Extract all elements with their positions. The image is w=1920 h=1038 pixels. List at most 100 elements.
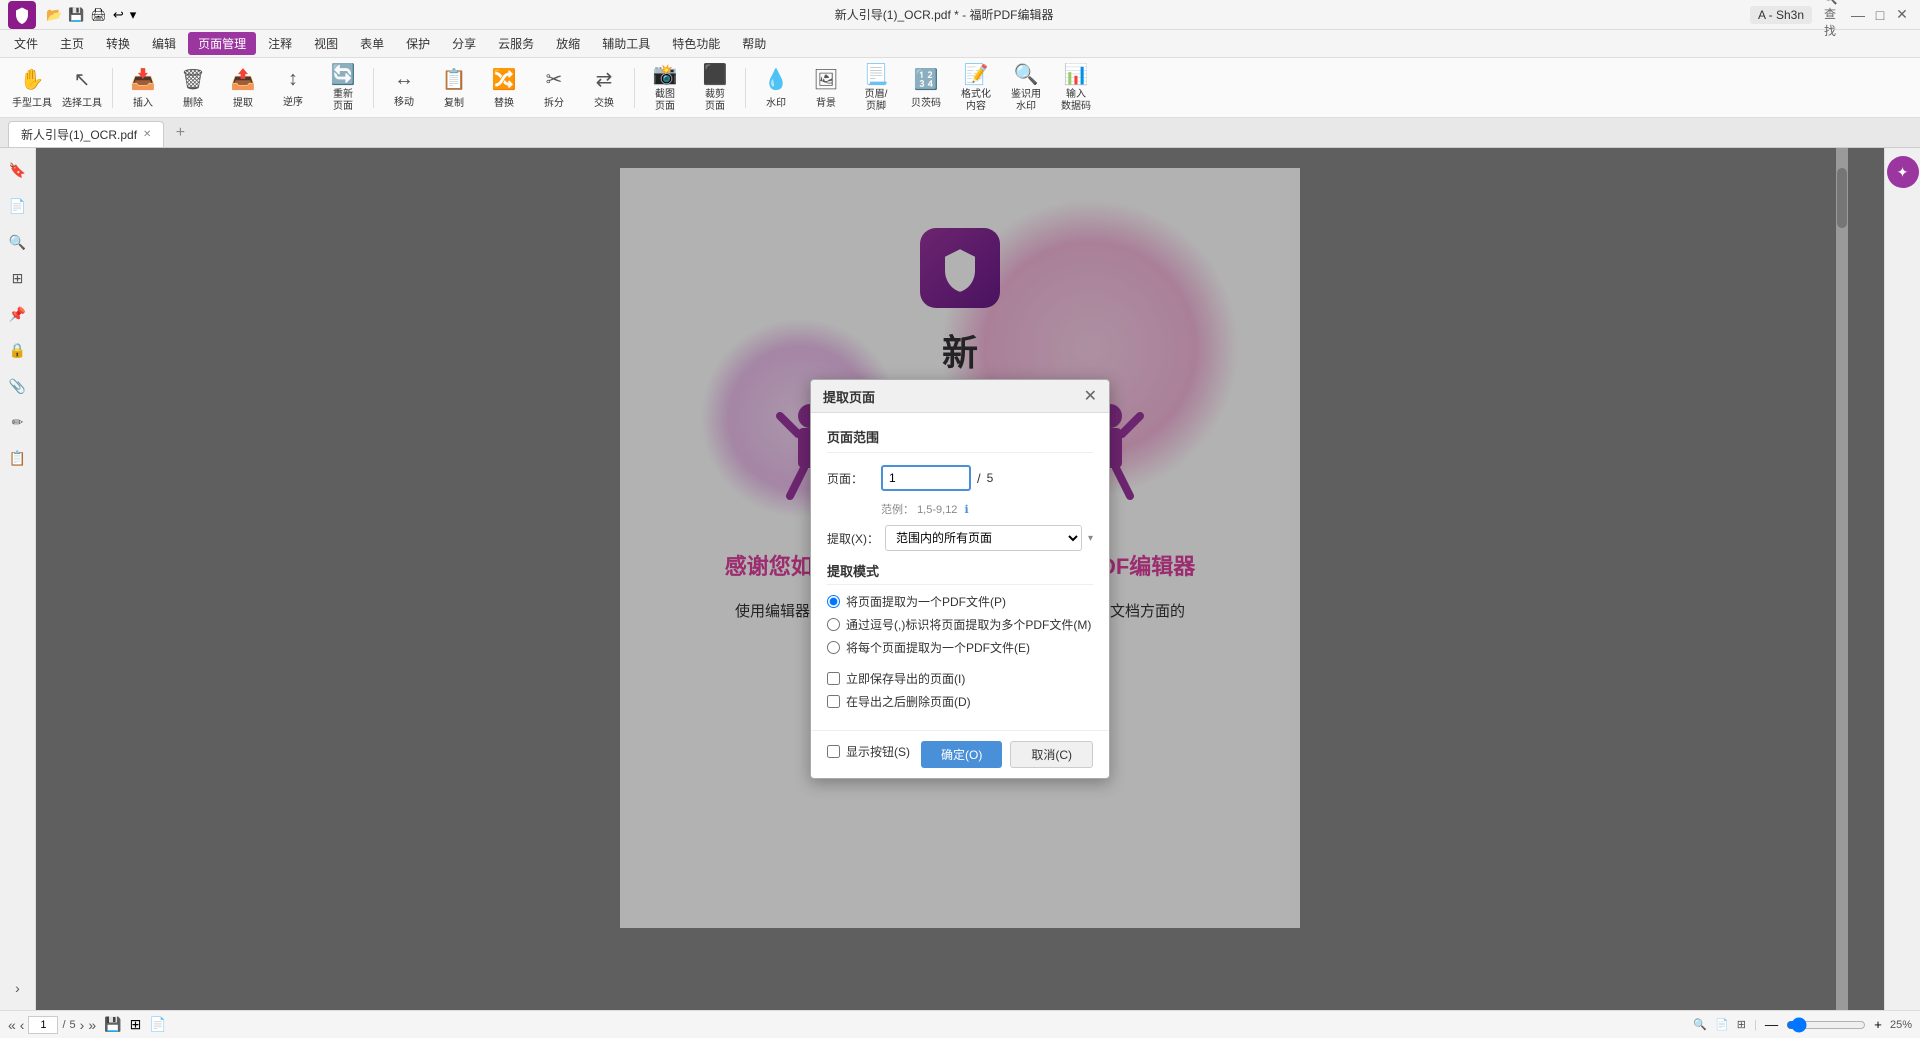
checkbox-show-btn-input[interactable] [827,745,840,758]
menu-feature[interactable]: 特色功能 [662,32,730,55]
undo-btn[interactable]: ↩ [111,5,126,25]
tool-insert[interactable]: 📥 插入 [119,61,167,115]
sidebar-pages[interactable]: 📄 [4,192,32,220]
tool-background[interactable]: 🖼 背景 [802,61,850,115]
tool-header-footer[interactable]: 📃 页眉/页脚 [852,61,900,115]
tool-split[interactable]: ✂ 拆分 [530,61,578,115]
sidebar-security[interactable]: 🔒 [4,336,32,364]
zoom-in-btn[interactable]: + [1874,1017,1882,1032]
tool-move[interactable]: ↔ 移动 [380,61,428,115]
format-icon: 📝 [964,62,989,87]
radio-single-pdf-input[interactable] [827,595,840,608]
page-input[interactable] [881,465,971,491]
confirm-btn[interactable]: 确定(O) [921,741,1002,768]
tool-forensic[interactable]: 🔍 鉴识用水印 [1002,61,1050,115]
tool-watermark[interactable]: 💧 水印 [752,61,800,115]
current-page-input[interactable] [28,1016,58,1034]
single-page-view-btn[interactable]: 📄 [149,1016,166,1033]
new-tab-btn[interactable]: + [168,121,192,145]
save-btn[interactable]: 💾 [66,5,86,25]
sidebar-signs[interactable]: ✏ [4,408,32,436]
sidebar-layers[interactable]: ⊞ [4,264,32,292]
menu-assist[interactable]: 辅助工具 [592,32,660,55]
menu-share[interactable]: 分享 [442,32,486,55]
tool-extract[interactable]: 📤 提取 [219,61,267,115]
zoom-slider[interactable] [1786,1017,1866,1033]
sidebar-templates[interactable]: 📋 [4,444,32,472]
sidebar-collapse[interactable]: › [4,974,32,1002]
tool-bates[interactable]: 🔢 贝茨码 [902,61,950,115]
tool-reorder[interactable]: 🔄 重新页面 [319,61,367,115]
tool-hand[interactable]: ✋ 手型工具 [8,61,56,115]
tool-swap[interactable]: ⇄ 交换 [580,61,628,115]
app-logo [8,1,36,29]
menu-annotation[interactable]: 注释 [258,32,302,55]
user-info: A - Sh3n [1750,6,1812,24]
page-total: 5 [987,471,994,485]
checkbox-delete-after-input[interactable] [827,695,840,708]
search-btn[interactable]: 🔍 查找 [1820,5,1840,25]
menu-home[interactable]: 主页 [50,32,94,55]
sidebar-right-ai[interactable]: ✦ [1887,156,1919,188]
print-btn[interactable]: 🖨 [88,5,109,25]
extract-pages-dialog: 提取页面 ✕ 页面范围 页面： / 5 范例： 1,5-9,12 [810,379,1110,779]
checkbox-save-immediately-input[interactable] [827,672,840,685]
watermark-icon: 💧 [764,67,789,92]
hint-info-icon[interactable]: ℹ [965,504,969,516]
menu-view[interactable]: 视图 [304,32,348,55]
menu-edit[interactable]: 编辑 [142,32,186,55]
tool-screenshot[interactable]: 📸 截图页面 [641,61,689,115]
tool-delete[interactable]: 🗑 删除 [169,61,217,115]
minimize-btn[interactable]: — [1848,5,1868,25]
tool-select[interactable]: ↖ 选择工具 [58,61,106,115]
menu-page-manage[interactable]: 页面管理 [188,32,256,55]
tool-data-code[interactable]: 📊 输入数据码 [1052,61,1100,115]
tool-format[interactable]: 📝 格式化内容 [952,61,1000,115]
extract-icon: 📤 [231,67,256,92]
radio-multi-pdf-input[interactable] [827,618,840,631]
first-page-btn[interactable]: « [8,1017,16,1033]
split-icon: ✂ [546,67,563,92]
tool-copy[interactable]: 📋 复制 [430,61,478,115]
file-open-btn[interactable]: 📂 [44,5,64,25]
sidebar-bookmark[interactable]: 🔖 [4,156,32,184]
divider4 [745,68,746,108]
extract-select[interactable]: 范围内的所有页面 奇数页面 偶数页面 [885,525,1082,551]
extract-mode-header: 提取模式 [827,561,1093,585]
checkbox-save-immediately-label: 立即保存导出的页面(I) [846,670,965,687]
menu-protect[interactable]: 保护 [396,32,440,55]
menu-convert[interactable]: 转换 [96,32,140,55]
cancel-btn[interactable]: 取消(C) [1010,741,1093,768]
menu-zoom[interactable]: 放缩 [546,32,590,55]
tool-replace[interactable]: 🔀 替换 [480,61,528,115]
dialog-close-btn[interactable]: ✕ [1084,386,1097,406]
radio-each-pdf-input[interactable] [827,641,840,654]
dialog-action-btns: 确定(O) 取消(C) [921,741,1093,768]
menu-cloud[interactable]: 云服务 [488,32,544,55]
menu-file[interactable]: 文件 [4,32,48,55]
tool-crop[interactable]: ⬛ 裁剪页面 [691,61,739,115]
close-btn[interactable]: ✕ [1892,5,1912,25]
thumbnail-view-btn[interactable]: ⊞ [130,1016,142,1033]
tool-reverse[interactable]: ↕ 逆序 [269,61,317,115]
sidebar-attachments[interactable]: 📎 [4,372,32,400]
save-status-btn[interactable]: 💾 [104,1016,121,1033]
move-icon: ↔ [394,68,414,91]
modal-overlay: 提取页面 ✕ 页面范围 页面： / 5 范例： 1,5-9,12 [36,148,1884,1010]
zoom-out-btn[interactable]: — [1765,1017,1778,1032]
sidebar-search[interactable]: 🔍 [4,228,32,256]
document-tab[interactable]: 新人引导(1)_OCR.pdf ✕ [8,121,164,147]
prev-page-btn[interactable]: ‹ [20,1017,25,1033]
close-tab-btn[interactable]: ✕ [143,129,151,140]
header-footer-icon: 📃 [864,62,889,87]
next-page-btn[interactable]: › [80,1017,85,1033]
sidebar-annotations[interactable]: 📌 [4,300,32,328]
more-btn[interactable]: ▾ [128,5,139,25]
last-page-btn[interactable]: » [88,1017,96,1033]
menu-help[interactable]: 帮助 [732,32,776,55]
page-input-row: 页面： / 5 [827,465,1093,491]
swap-icon: ⇄ [596,67,613,92]
maximize-btn[interactable]: □ [1870,5,1890,25]
menu-form[interactable]: 表单 [350,32,394,55]
page-separator: / [977,471,981,486]
